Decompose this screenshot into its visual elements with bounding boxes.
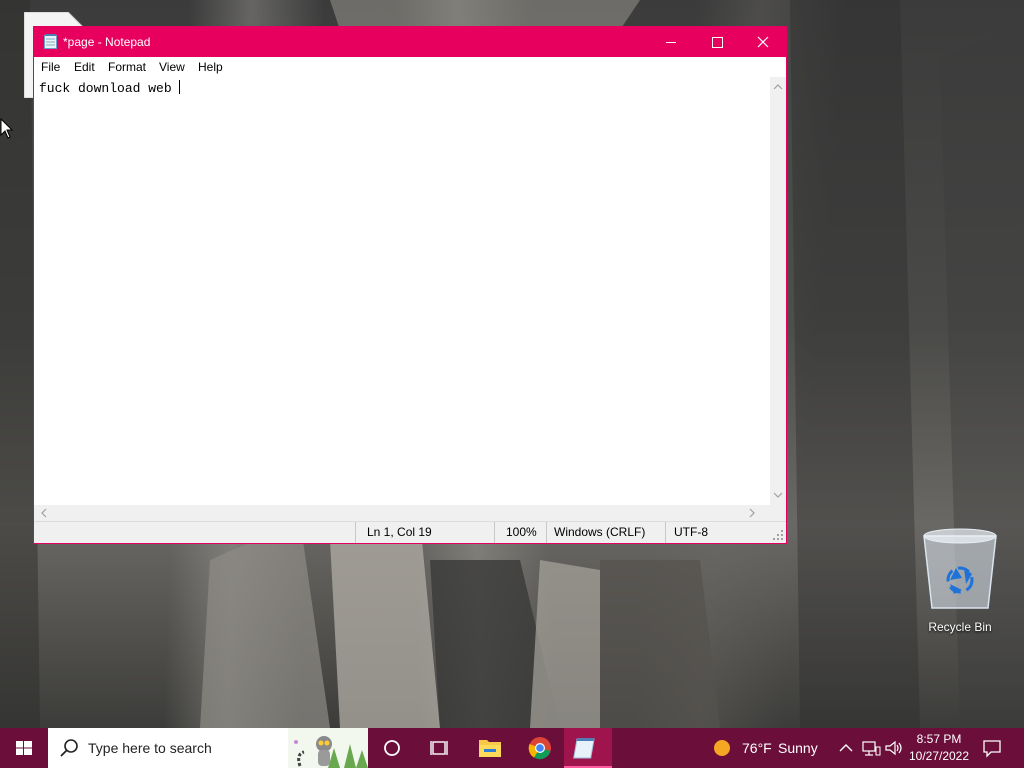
editor-content: fuck download web <box>39 81 180 96</box>
search-icon <box>60 739 78 757</box>
file-explorer-button[interactable] <box>466 728 514 768</box>
task-view-icon <box>430 741 448 755</box>
menu-format[interactable]: Format <box>108 60 146 74</box>
chrome-button[interactable] <box>516 728 564 768</box>
weather-sun-icon[interactable] <box>712 738 732 758</box>
text-caret <box>179 80 181 94</box>
windows-logo-icon <box>16 741 32 755</box>
scroll-left-icon[interactable] <box>36 505 52 521</box>
notepad-taskbar-button[interactable] <box>564 728 612 768</box>
menu-file[interactable]: File <box>41 60 60 74</box>
weather-temperature[interactable]: 76°F <box>742 740 772 756</box>
status-bar: Ln 1, Col 19 100% Windows (CRLF) UTF-8 <box>34 521 786 543</box>
resize-grip-icon[interactable] <box>773 530 785 542</box>
taskbar-search-box[interactable]: Type here to search <box>48 728 368 768</box>
notepad-icon <box>573 738 595 759</box>
recycle-bin-label: Recycle Bin <box>928 620 992 634</box>
minimize-icon <box>666 42 676 43</box>
menu-help[interactable]: Help <box>198 60 223 74</box>
weather-condition[interactable]: Sunny <box>778 740 818 756</box>
start-button[interactable] <box>0 728 48 768</box>
menu-edit[interactable]: Edit <box>74 60 95 74</box>
notepad-app-icon <box>44 34 57 49</box>
status-zoom: 100% <box>494 522 546 543</box>
clock-date[interactable]: 10/27/2022 <box>904 749 974 763</box>
notepad-window[interactable]: *page - Notepad File Edit Format View He… <box>33 26 787 544</box>
maximize-icon <box>712 37 723 48</box>
minimize-button[interactable] <box>648 27 694 57</box>
cortana-circle-icon <box>384 740 400 756</box>
cortana-button[interactable] <box>368 728 416 768</box>
vertical-scrollbar[interactable] <box>770 77 786 505</box>
maximize-button[interactable] <box>694 27 740 57</box>
mouse-pointer-icon <box>0 118 14 139</box>
clock-time[interactable]: 8:57 PM <box>910 732 968 746</box>
notification-icon[interactable] <box>982 738 1002 758</box>
menu-view[interactable]: View <box>159 60 185 74</box>
status-cursor-position: Ln 1, Col 19 <box>355 522 494 543</box>
taskbar: Type here to search 76°F Sunny 8:57 PM 1… <box>0 728 1024 768</box>
folder-icon <box>479 740 501 757</box>
scroll-down-icon[interactable] <box>770 487 786 503</box>
recycle-bin-icon <box>923 528 997 609</box>
text-editor-area[interactable]: fuck download web <box>34 77 770 505</box>
recycle-bin[interactable]: Recycle Bin <box>920 524 1000 636</box>
scrollbar-corner <box>770 505 786 521</box>
task-view-button[interactable] <box>416 728 464 768</box>
chrome-icon <box>528 737 551 760</box>
window-title: *page - Notepad <box>63 35 151 49</box>
scroll-up-icon[interactable] <box>770 79 786 95</box>
network-icon[interactable] <box>861 738 881 758</box>
close-button[interactable] <box>740 27 786 57</box>
search-placeholder: Type here to search <box>88 740 212 756</box>
status-encoding: UTF-8 <box>665 522 770 543</box>
volume-icon[interactable] <box>884 738 904 758</box>
horizontal-scrollbar[interactable] <box>34 505 770 521</box>
scroll-right-icon[interactable] <box>744 505 760 521</box>
chevron-up-icon[interactable] <box>836 738 856 758</box>
title-bar[interactable]: *page - Notepad <box>34 27 786 57</box>
close-icon <box>757 36 769 48</box>
search-highlight-lemur-icon <box>288 728 368 768</box>
menu-bar: File Edit Format View Help <box>34 57 786 77</box>
status-line-ending: Windows (CRLF) <box>546 522 665 543</box>
